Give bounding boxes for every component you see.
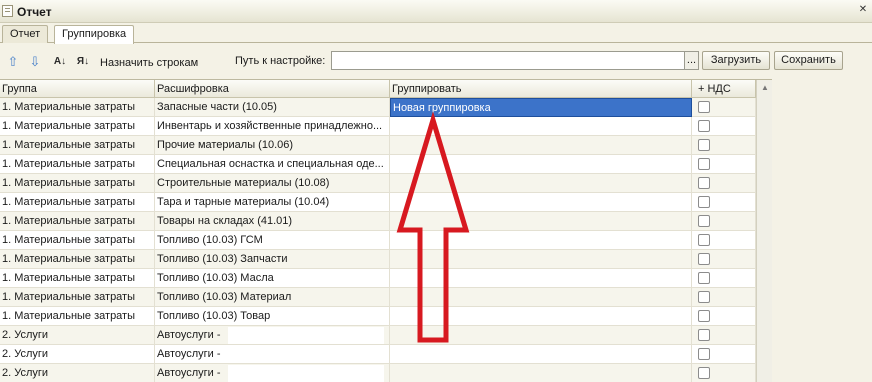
cell-group[interactable]: 2. Услуги	[0, 326, 155, 345]
vat-checkbox[interactable]	[698, 196, 710, 208]
load-button[interactable]: Загрузить	[702, 51, 770, 70]
cell-group[interactable]: 2. Услуги	[0, 345, 155, 364]
vat-checkbox[interactable]	[698, 158, 710, 170]
vat-checkbox[interactable]	[698, 291, 710, 303]
assign-rows-button[interactable]: Назначить строкам	[100, 57, 198, 69]
vat-checkbox[interactable]	[698, 177, 710, 189]
cell-detail[interactable]: Товары на складах (41.01)	[155, 212, 390, 231]
tab-bar: Отчет Группировка	[0, 24, 872, 44]
document-icon	[2, 5, 13, 17]
column-header-grouping[interactable]: Группировать	[390, 80, 692, 98]
cell-vat[interactable]	[692, 193, 756, 212]
cell-group[interactable]: 1. Материальные затраты	[0, 136, 155, 155]
window-titlebar: Отчет ✕	[0, 0, 872, 23]
cell-group[interactable]: 1. Материальные затраты	[0, 193, 155, 212]
vat-checkbox[interactable]	[698, 120, 710, 132]
vat-checkbox[interactable]	[698, 329, 710, 341]
arrow-down-icon[interactable]: ⇩	[27, 54, 43, 70]
vat-checkbox[interactable]	[698, 272, 710, 284]
cell-group[interactable]: 1. Материальные затраты	[0, 250, 155, 269]
cell-group[interactable]: 1. Материальные затраты	[0, 307, 155, 326]
scroll-up-icon[interactable]: ▲	[759, 82, 771, 94]
cell-detail[interactable]: Тара и тарные материалы (10.04)	[155, 193, 390, 212]
path-label: Путь к настройке:	[235, 55, 326, 67]
vat-checkbox[interactable]	[698, 253, 710, 265]
cell-grouping[interactable]	[390, 364, 692, 382]
path-input[interactable]	[331, 51, 685, 70]
cell-vat[interactable]	[692, 307, 756, 326]
vat-checkbox[interactable]	[698, 234, 710, 246]
table-row[interactable]: 2. Услуги Автоуслуги -	[0, 364, 756, 382]
cell-group[interactable]: 1. Материальные затраты	[0, 269, 155, 288]
cell-vat[interactable]	[692, 117, 756, 136]
cell-detail[interactable]: Топливо (10.03) Запчасти	[155, 250, 390, 269]
cell-detail[interactable]: Топливо (10.03) ГСМ	[155, 231, 390, 250]
cell-detail[interactable]: Топливо (10.03) Товар	[155, 307, 390, 326]
vat-checkbox[interactable]	[698, 139, 710, 151]
cell-detail[interactable]: Прочие материалы (10.06)	[155, 136, 390, 155]
sort-desc-icon[interactable]: Я↓	[75, 54, 91, 70]
vat-checkbox[interactable]	[698, 215, 710, 227]
sort-asc-icon[interactable]: A↓	[52, 54, 68, 70]
column-header-group[interactable]: Группа	[0, 80, 155, 98]
cell-detail[interactable]: Строительные материалы (10.08)	[155, 174, 390, 193]
cell-vat[interactable]	[692, 326, 756, 345]
cell-vat[interactable]	[692, 288, 756, 307]
cell-detail[interactable]: Топливо (10.03) Масла	[155, 269, 390, 288]
cell-group[interactable]: 1. Материальные затраты	[0, 288, 155, 307]
vertical-scrollbar[interactable]: ▲	[756, 80, 772, 382]
cell-group[interactable]: 1. Материальные затраты	[0, 212, 155, 231]
tab-grouping[interactable]: Группировка	[54, 25, 135, 44]
cell-vat[interactable]	[692, 98, 756, 117]
column-header-detail[interactable]: Расшифровка	[155, 80, 390, 98]
cell-group[interactable]: 2. Услуги	[0, 364, 155, 382]
column-header-vat[interactable]: + НДС	[692, 80, 756, 98]
cell-vat[interactable]	[692, 345, 756, 364]
vat-checkbox[interactable]	[698, 367, 710, 379]
cell-vat[interactable]	[692, 364, 756, 382]
close-icon[interactable]: ✕	[856, 3, 870, 17]
arrow-up-icon[interactable]: ⇧	[5, 54, 21, 70]
cell-group[interactable]: 1. Материальные затраты	[0, 117, 155, 136]
cell-detail[interactable]: Специальная оснастка и специальная оде..…	[155, 155, 390, 174]
cell-group[interactable]: 1. Материальные затраты	[0, 231, 155, 250]
tab-report[interactable]: Отчет	[2, 25, 49, 43]
cell-vat[interactable]	[692, 212, 756, 231]
cell-group[interactable]: 1. Материальные затраты	[0, 174, 155, 193]
redacted-area	[228, 346, 384, 363]
cell-vat[interactable]	[692, 174, 756, 193]
vat-checkbox[interactable]	[698, 101, 710, 113]
cell-vat[interactable]	[692, 231, 756, 250]
save-button[interactable]: Сохранить	[774, 51, 843, 70]
redacted-area	[228, 327, 384, 344]
vat-checkbox[interactable]	[698, 310, 710, 322]
vat-checkbox[interactable]	[698, 348, 710, 360]
cell-detail[interactable]: Запасные части (10.05)	[155, 98, 390, 117]
grouping-table: Группа Расшифровка Группировать + НДС 1.…	[0, 79, 772, 382]
redacted-area	[228, 365, 384, 382]
window-title: Отчет	[17, 5, 52, 19]
browse-button[interactable]: ...	[684, 51, 699, 70]
cell-detail[interactable]: Топливо (10.03) Материал	[155, 288, 390, 307]
cell-vat[interactable]	[692, 250, 756, 269]
cell-group[interactable]: 1. Материальные затраты	[0, 155, 155, 174]
red-arrow-annotation	[396, 111, 470, 343]
toolbar: ⇧ ⇩ A↓ Я↓ Назначить строкам Путь к настр…	[0, 48, 872, 76]
table-header: Группа Расшифровка Группировать + НДС	[0, 80, 756, 98]
cell-vat[interactable]	[692, 136, 756, 155]
cell-vat[interactable]	[692, 269, 756, 288]
right-pane	[772, 79, 872, 382]
cell-group[interactable]: 1. Материальные затраты	[0, 98, 155, 117]
cell-detail[interactable]: Инвентарь и хозяйственные принадлежно...	[155, 117, 390, 136]
cell-vat[interactable]	[692, 155, 756, 174]
